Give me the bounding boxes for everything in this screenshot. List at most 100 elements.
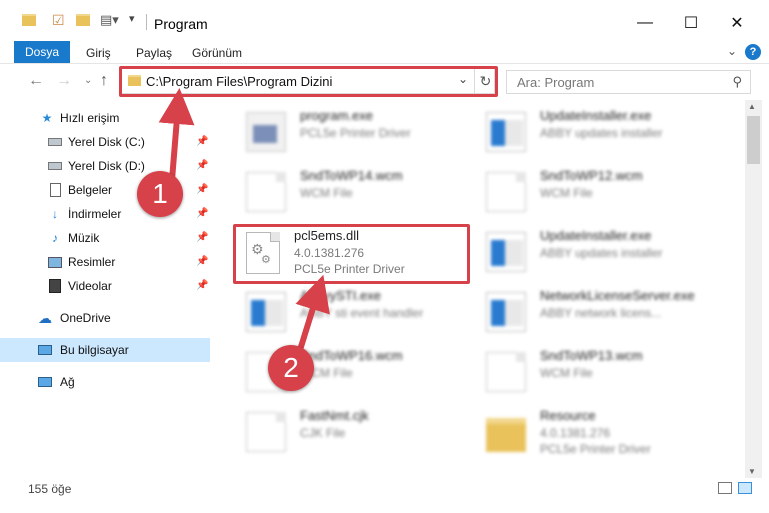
sidebar-item-label: Müzik — [68, 231, 100, 245]
sidebar-item-label: Resimler — [68, 255, 116, 269]
details-view-icon[interactable] — [718, 482, 732, 494]
status-bar: 155 öğe — [0, 478, 769, 513]
file-name: SndToWP12.wcm — [540, 168, 643, 183]
sidebar-item-label: Yerel Disk (D:) — [68, 159, 145, 173]
application-icon — [486, 292, 526, 332]
sidebar-item-label: Ağ — [60, 375, 75, 389]
item-count: 155 öğe — [28, 482, 72, 496]
minimize-button[interactable]: — — [622, 8, 668, 38]
quick-access-dropdown-icon[interactable]: ▾ — [129, 12, 135, 25]
sidebar-item-videos[interactable]: Videolar 📌 — [0, 274, 210, 298]
sidebar-item-pictures[interactable]: Resimler 📌 — [0, 250, 210, 274]
pin-icon[interactable]: 📌 — [196, 178, 208, 202]
sidebar-item-label: Videolar — [68, 279, 112, 293]
sidebar-item-label: Yerel Disk (C:) — [68, 135, 145, 149]
tab-file[interactable]: Dosya — [14, 41, 70, 63]
file-description: CJK File — [300, 426, 346, 440]
cloud-icon: ☁ — [38, 310, 52, 326]
file-item[interactable]: Resource 4.0.1381.276 PCL5e Printer Driv… — [470, 404, 710, 460]
step-1-badge: 1 — [137, 171, 183, 217]
pin-icon[interactable]: 📌 — [196, 154, 208, 178]
folder-icon — [486, 418, 526, 452]
file-version: 4.0.1381.276 — [540, 426, 611, 440]
tab-share[interactable]: Paylaş — [136, 43, 172, 63]
computer-icon — [38, 343, 52, 357]
up-icon[interactable]: ↑ — [100, 72, 108, 90]
file-item[interactable]: UpdateInstaller.exe ABBY updates install… — [470, 104, 710, 160]
tab-view[interactable]: Görünüm — [192, 43, 242, 63]
sidebar-item-this-pc[interactable]: Bu bilgisayar — [0, 338, 210, 362]
file-item[interactable]: NetworkLicenseServer.exe ABBY network li… — [470, 284, 710, 340]
sidebar-item-label: OneDrive — [60, 311, 111, 325]
back-icon[interactable]: ← — [28, 72, 44, 90]
pin-icon[interactable]: 📌 — [196, 130, 208, 154]
videos-icon — [48, 279, 62, 293]
sidebar-item-network[interactable]: Ağ — [0, 370, 210, 394]
folder-icon — [22, 14, 36, 26]
navigation-pane: ★ Hızlı erişim Yerel Disk (C:) 📌 Yerel D… — [0, 100, 210, 478]
file-item[interactable]: FastNmt.cjk CJK File — [230, 404, 470, 460]
pin-icon[interactable]: 📌 — [196, 274, 208, 298]
pin-icon[interactable]: 📌 — [196, 250, 208, 274]
file-item[interactable]: SndToWP14.wcm WCM File — [230, 164, 470, 220]
search-input[interactable]: Ara: Program ⚲ — [506, 70, 751, 94]
music-icon: ♪ — [52, 231, 58, 245]
expand-ribbon-icon[interactable]: ⌄ — [727, 44, 737, 58]
file-name: UpdateInstaller.exe — [540, 228, 652, 243]
scroll-down-icon[interactable]: ▼ — [748, 467, 756, 476]
file-name: FastNmt.cjk — [300, 408, 369, 423]
tab-home[interactable]: Giriş — [86, 43, 111, 63]
file-description: WCM File — [300, 186, 353, 200]
recent-locations-icon[interactable]: ⌄ — [84, 75, 92, 86]
file-item[interactable]: AbbyySTI.exe ABBY sti event handler — [230, 284, 470, 340]
file-name: SndToWP16.wcm — [300, 348, 403, 363]
sidebar-item-onedrive[interactable]: ☁ OneDrive — [0, 306, 210, 330]
file-name: Resource — [540, 408, 596, 423]
title-bar: ☑ ▤▾ ▾ Program — ☐ ✕ — [0, 0, 769, 40]
file-name: AbbyySTI.exe — [300, 288, 381, 303]
documents-icon — [48, 183, 62, 197]
pictures-icon — [48, 255, 62, 269]
window-title: Program — [154, 16, 208, 32]
vertical-scrollbar[interactable]: ▲ ▼ — [745, 100, 762, 478]
file-name: SndToWP14.wcm — [300, 168, 403, 183]
document-icon — [486, 172, 526, 212]
file-name: UpdateInstaller.exe — [540, 108, 652, 123]
file-description: PCL5e Printer Driver — [300, 126, 411, 140]
large-icons-view-icon[interactable] — [738, 482, 752, 494]
file-description: ABBY sti event handler — [300, 306, 424, 320]
close-button[interactable]: ✕ — [714, 8, 760, 38]
scroll-up-icon[interactable]: ▲ — [748, 102, 756, 111]
star-icon: ★ — [41, 111, 53, 125]
file-description: ABBY network licens... — [540, 306, 662, 320]
step-2-badge: 2 — [268, 345, 314, 391]
forward-icon[interactable]: → — [56, 72, 72, 90]
scrollbar-thumb[interactable] — [747, 116, 760, 164]
file-list: program.exe PCL5e Printer Driver UpdateI… — [210, 100, 745, 478]
properties-icon[interactable]: ☑ — [52, 12, 65, 29]
title-separator — [146, 14, 147, 30]
file-item[interactable]: SndToWP16.wcm WCM File — [230, 344, 470, 400]
pin-icon[interactable]: 📌 — [196, 202, 208, 226]
file-item[interactable]: SndToWP12.wcm WCM File — [470, 164, 710, 220]
maximize-button[interactable]: ☐ — [668, 8, 714, 38]
application-icon — [486, 112, 526, 152]
search-icon[interactable]: ⚲ — [732, 74, 742, 90]
application-icon — [486, 232, 526, 272]
file-item[interactable]: UpdateInstaller.exe ABBY updates install… — [470, 224, 710, 280]
file-item[interactable]: SndToWP13.wcm WCM File — [470, 344, 710, 400]
network-icon — [38, 375, 52, 389]
document-icon — [486, 352, 526, 392]
sidebar-item-quick-access[interactable]: ★ Hızlı erişim — [0, 106, 210, 130]
pin-icon[interactable]: 📌 — [196, 226, 208, 250]
sidebar-item-disk-c[interactable]: Yerel Disk (C:) 📌 — [0, 130, 210, 154]
file-description: WCM File — [540, 186, 593, 200]
file-name: NetworkLicenseServer.exe — [540, 288, 695, 303]
new-folder-icon[interactable] — [76, 14, 90, 26]
file-highlight-box — [233, 224, 470, 284]
customize-toolbar-icon[interactable]: ▤▾ — [100, 12, 119, 28]
sidebar-item-music[interactable]: ♪ Müzik 📌 — [0, 226, 210, 250]
sidebar-item-disk-d[interactable]: Yerel Disk (D:) 📌 — [0, 154, 210, 178]
help-icon[interactable]: ? — [745, 44, 761, 60]
file-item[interactable]: program.exe PCL5e Printer Driver — [230, 104, 470, 160]
